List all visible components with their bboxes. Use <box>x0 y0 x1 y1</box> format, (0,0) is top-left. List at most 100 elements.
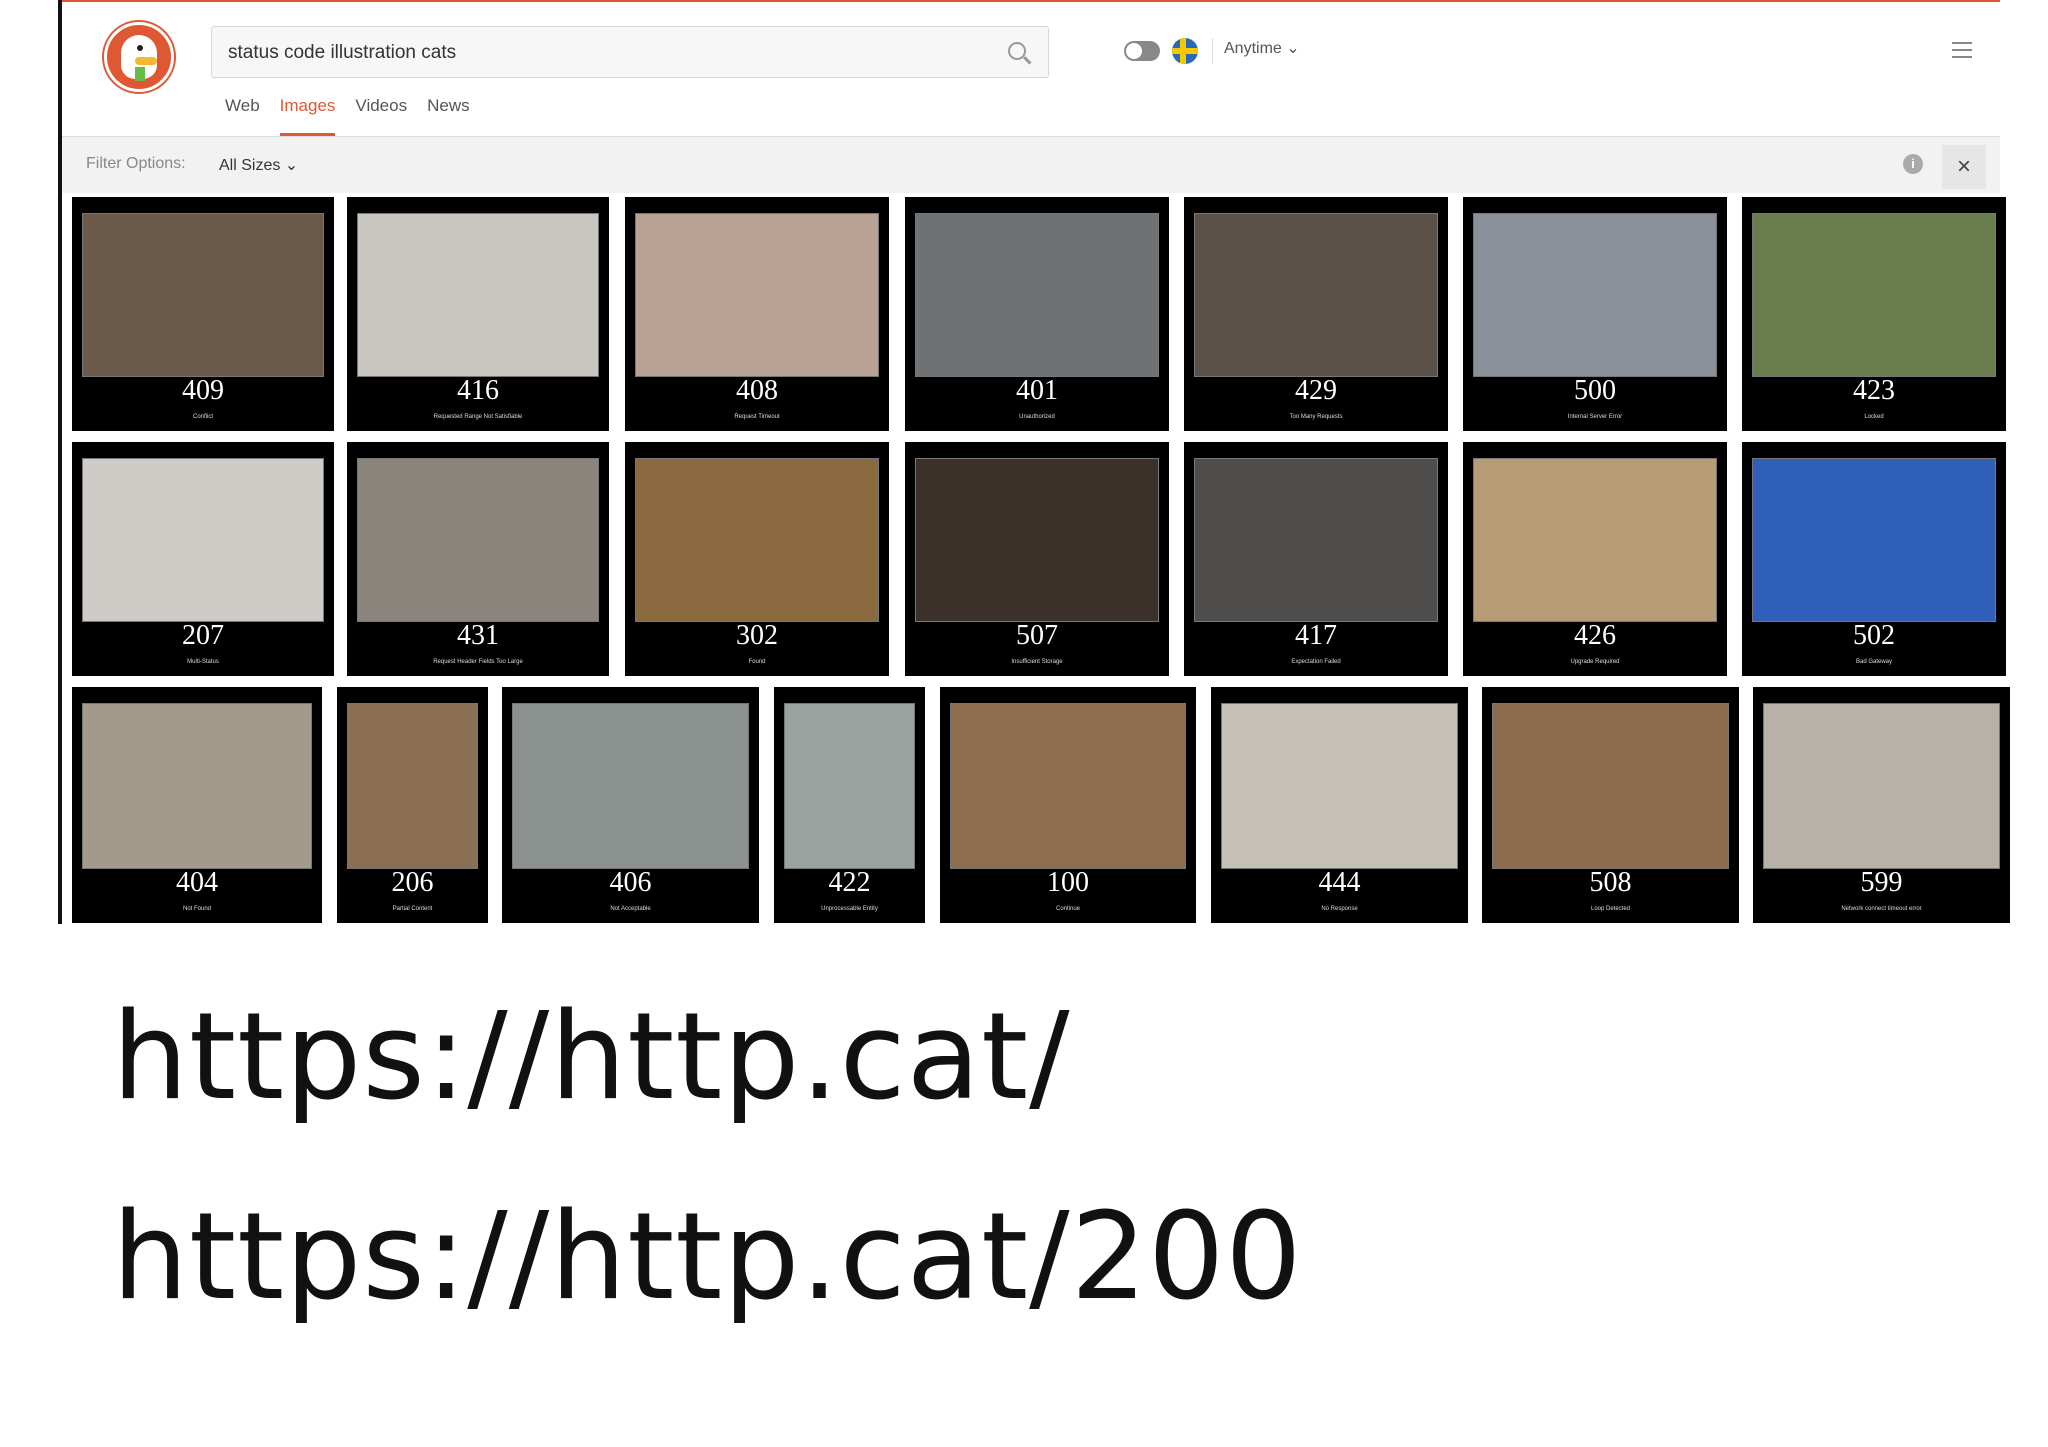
filter-options-label: Filter Options: <box>86 155 186 172</box>
image-result[interactable]: 431 Request Header Fields Too Large <box>347 442 609 676</box>
safe-search-toggle[interactable] <box>1124 41 1160 61</box>
image-result[interactable]: 408 Request Timeout <box>625 197 889 431</box>
status-code: 508 <box>1589 867 1632 898</box>
image-result[interactable]: 404 Not Found <box>72 687 322 923</box>
tab-images[interactable]: Images <box>279 96 336 136</box>
status-description: Request Timeout <box>734 414 780 420</box>
top-accent-line <box>62 0 2000 2</box>
filter-bar: Filter Options: All Sizes ⌄ i × <box>62 137 2000 193</box>
cat-photo <box>1492 703 1729 869</box>
search-icon[interactable] <box>1008 42 1026 60</box>
cat-photo <box>1194 213 1438 377</box>
cat-photo <box>784 703 915 869</box>
cat-photo <box>82 213 324 377</box>
cat-photo <box>915 458 1159 622</box>
status-code: 426 <box>1574 620 1616 651</box>
duckduckgo-logo[interactable] <box>104 22 174 92</box>
status-code: 401 <box>1016 375 1058 406</box>
chevron-down-icon: ⌄ <box>1286 40 1300 57</box>
status-code: 444 <box>1318 867 1361 898</box>
cat-photo <box>915 213 1159 377</box>
size-filter-dropdown[interactable]: All Sizes ⌄ <box>219 155 298 175</box>
status-code: 416 <box>457 375 499 406</box>
status-description: Insufficient Storage <box>1011 659 1063 665</box>
image-result[interactable]: 502 Bad Gateway <box>1742 442 2006 676</box>
status-description: Upgrade Required <box>1570 659 1620 665</box>
status-description: Bad Gateway <box>1855 659 1893 665</box>
status-description: No Response <box>1321 906 1358 912</box>
image-result[interactable]: 426 Upgrade Required <box>1463 442 1727 676</box>
cat-photo <box>1221 703 1458 869</box>
cat-photo <box>1752 213 1996 377</box>
image-result[interactable]: 500 Internal Server Error <box>1463 197 1727 431</box>
image-result[interactable]: 401 Unauthorized <box>905 197 1169 431</box>
status-description: Loop Detected <box>1590 906 1631 912</box>
cat-photo <box>1752 458 1996 622</box>
status-description: Network connect timeout error <box>1841 906 1922 912</box>
cat-photo <box>82 703 312 869</box>
status-code: 507 <box>1016 620 1058 651</box>
status-code: 207 <box>182 620 224 651</box>
cat-photo <box>82 458 324 622</box>
status-code: 408 <box>736 375 778 406</box>
browser-window: Anytime ⌄ Web Images Videos News Filter … <box>58 0 2010 924</box>
status-description: Unprocessable Entity <box>821 906 878 912</box>
time-filter-dropdown[interactable]: Anytime ⌄ <box>1224 38 1300 58</box>
status-code: 409 <box>182 375 224 406</box>
status-code: 404 <box>176 867 218 898</box>
status-description: Continue <box>1055 906 1081 912</box>
image-result[interactable]: 302 Found <box>625 442 889 676</box>
cat-photo <box>1194 458 1438 622</box>
status-code: 100 <box>1047 867 1089 898</box>
tab-videos[interactable]: Videos <box>355 96 407 136</box>
region-flag-icon[interactable] <box>1172 38 1198 64</box>
status-description: Unauthorized <box>1019 414 1055 420</box>
search-input[interactable] <box>226 27 990 79</box>
info-icon[interactable]: i <box>1903 154 1923 174</box>
image-result[interactable]: 508 Loop Detected <box>1482 687 1739 923</box>
status-description: Multi-Status <box>187 659 219 665</box>
status-description: Locked <box>1864 414 1884 420</box>
image-result[interactable]: 417 Expectation Failed <box>1184 442 1448 676</box>
status-description: Too Many Requests <box>1289 414 1343 420</box>
status-description: Request Header Fields Too Large <box>433 659 523 665</box>
image-result[interactable]: 507 Insufficient Storage <box>905 442 1169 676</box>
status-description: Conflict <box>192 414 213 420</box>
divider <box>1212 38 1213 64</box>
close-icon[interactable]: × <box>1942 145 1986 189</box>
image-result[interactable]: 100 Continue <box>940 687 1196 923</box>
image-result[interactable]: 207 Multi-Status <box>72 442 334 676</box>
cat-photo <box>347 703 478 869</box>
status-code: 500 <box>1574 375 1616 406</box>
cat-photo <box>1763 703 2000 869</box>
status-description: Requested Range Not Satisfiable <box>433 414 523 420</box>
status-code: 406 <box>609 867 652 898</box>
image-result[interactable]: 599 Network connect timeout error <box>1753 687 2010 923</box>
cat-photo <box>950 703 1186 869</box>
status-description: Expectation Failed <box>1291 659 1341 665</box>
status-code: 422 <box>828 867 871 898</box>
tab-web[interactable]: Web <box>225 96 260 136</box>
status-code: 429 <box>1295 375 1337 406</box>
image-result[interactable]: 423 Locked <box>1742 197 2006 431</box>
image-result[interactable]: 444 No Response <box>1211 687 1468 923</box>
cat-photo <box>635 213 879 377</box>
image-result[interactable]: 429 Too Many Requests <box>1184 197 1448 431</box>
status-description: Partial Content <box>392 906 433 912</box>
status-code: 431 <box>457 620 499 651</box>
status-code: 423 <box>1853 375 1895 406</box>
hamburger-menu-icon[interactable] <box>1952 42 1972 63</box>
status-code: 599 <box>1860 867 1903 898</box>
image-result[interactable]: 409 Conflict <box>72 197 334 431</box>
image-result[interactable]: 422 Unprocessable Entity <box>774 687 925 923</box>
image-result[interactable]: 416 Requested Range Not Satisfiable <box>347 197 609 431</box>
time-filter-label: Anytime <box>1224 40 1282 57</box>
image-result[interactable]: 206 Partial Content <box>337 687 488 923</box>
status-code: 206 <box>391 867 434 898</box>
search-box <box>211 26 1049 79</box>
search-tabs: Web Images Videos News <box>225 96 490 136</box>
status-code: 502 <box>1853 620 1895 651</box>
status-code: 417 <box>1295 620 1337 651</box>
tab-news[interactable]: News <box>427 96 470 136</box>
image-result[interactable]: 406 Not Acceptable <box>502 687 759 923</box>
